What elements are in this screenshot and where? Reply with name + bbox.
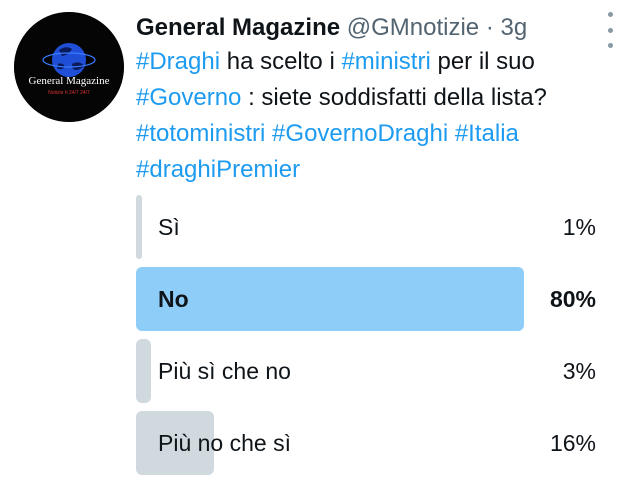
- poll-option-percent: 3%: [562, 358, 596, 384]
- author-handle[interactable]: @GMnotizie: [347, 14, 479, 41]
- poll-result-bar: [136, 339, 151, 403]
- poll-option-percent: 1%: [562, 214, 596, 240]
- tweet-text-segment: per il suo: [430, 48, 535, 75]
- hashtag-link[interactable]: #ministri: [341, 48, 430, 75]
- poll-result-bar: [136, 195, 142, 259]
- avatar-logo-subtext: Notizie h 24/7 24/7: [48, 90, 90, 96]
- hashtag-link[interactable]: #Italia: [455, 120, 519, 147]
- poll-result-bar: [136, 267, 524, 331]
- poll-option-percent: 80%: [549, 286, 596, 312]
- poll-option-label: Più sì che no: [158, 358, 291, 384]
- hashtag-link[interactable]: #draghiPremier: [136, 156, 300, 183]
- avatar[interactable]: General Magazine Notizie h 24/7 24/7: [14, 12, 124, 122]
- hashtag-link[interactable]: #totoministri: [136, 120, 265, 147]
- header-separator: ·: [485, 14, 494, 41]
- tweet-text-segment: ha scelto i: [220, 48, 342, 75]
- tweet-text: #Draghi ha scelto i #ministri per il suo…: [136, 44, 626, 188]
- avatar-logo-text: General Magazine: [29, 75, 110, 87]
- tweet-text-segment: : siete soddisfatti della lista?: [241, 84, 547, 111]
- hashtag-link[interactable]: #Governo: [136, 84, 241, 111]
- tweet-timestamp[interactable]: 3g: [501, 14, 528, 41]
- poll-option[interactable]: No 80%: [136, 267, 606, 331]
- tweet-header: General Magazine @GMnotizie · 3g: [136, 8, 616, 48]
- hashtag-link[interactable]: #Draghi: [136, 48, 220, 75]
- poll-option-label: No: [158, 286, 189, 312]
- globe-icon: General Magazine Notizie h 24/7 24/7: [14, 12, 124, 122]
- poll-option[interactable]: Sì 1%: [136, 195, 606, 259]
- poll-option[interactable]: Più no che sì 16%: [136, 411, 606, 475]
- poll: Sì 1% No 80% Più sì che no 3% Più no che sì 16%: [136, 195, 606, 483]
- author-name[interactable]: General Magazine: [136, 14, 340, 41]
- hashtag-link[interactable]: #GovernoDraghi: [272, 120, 448, 147]
- poll-option-percent: 16%: [549, 430, 596, 456]
- tweet-text-segment: [448, 120, 455, 147]
- poll-option[interactable]: Più sì che no 3%: [136, 339, 606, 403]
- poll-option-label: Più no che sì: [158, 430, 291, 456]
- poll-option-label: Sì: [158, 214, 180, 240]
- more-options-icon[interactable]: [600, 12, 620, 48]
